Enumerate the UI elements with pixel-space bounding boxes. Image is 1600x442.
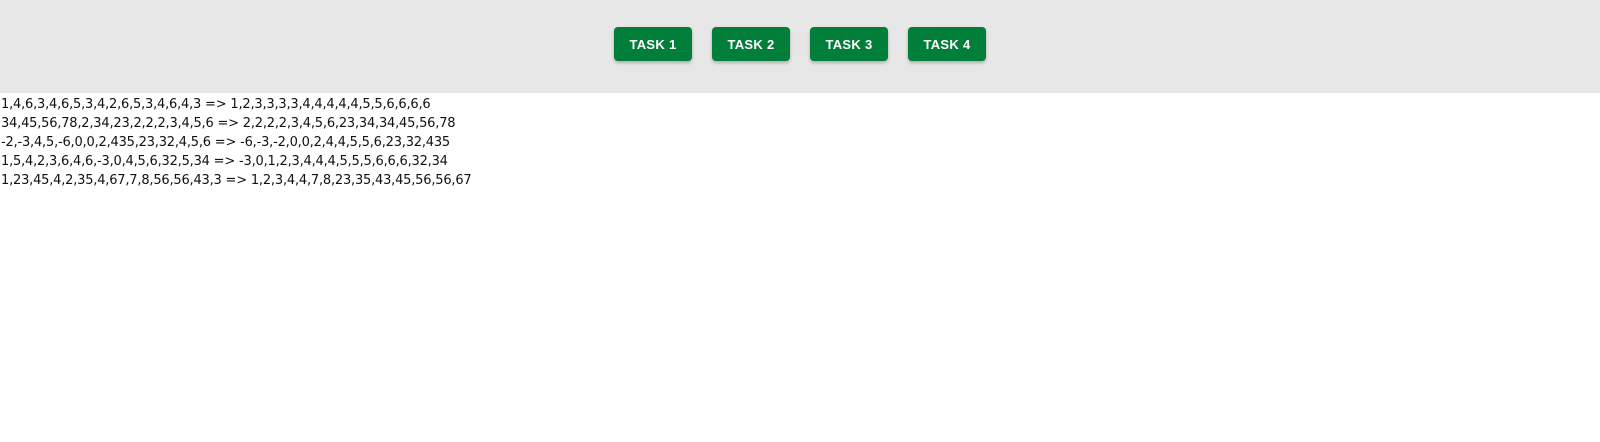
output-line: -2,-3,4,5,-6,0,0,2,435,23,32,4,5,6 => -6…	[1, 135, 450, 150]
task-2-button[interactable]: TASK 2	[712, 27, 790, 61]
header-bar: TASK 1 TASK 2 TASK 3 TASK 4	[0, 0, 1600, 93]
task-button-row: TASK 1 TASK 2 TASK 3 TASK 4	[0, 27, 1600, 61]
task-1-button[interactable]: TASK 1	[614, 27, 692, 61]
output-line: 1,4,6,3,4,6,5,3,4,2,6,5,3,4,6,4,3 => 1,2…	[1, 97, 431, 112]
output-area: 1,4,6,3,4,6,5,3,4,2,6,5,3,4,6,4,3 => 1,2…	[0, 93, 1600, 190]
output-line: 1,5,4,2,3,6,4,6,-3,0,4,5,6,32,5,34 => -3…	[1, 154, 448, 169]
task-4-button[interactable]: TASK 4	[908, 27, 986, 61]
output-line: 34,45,56,78,2,34,23,2,2,2,3,4,5,6 => 2,2…	[1, 116, 456, 131]
output-line: 1,23,45,4,2,35,4,67,7,8,56,56,43,3 => 1,…	[1, 173, 472, 188]
task-3-button[interactable]: TASK 3	[810, 27, 888, 61]
